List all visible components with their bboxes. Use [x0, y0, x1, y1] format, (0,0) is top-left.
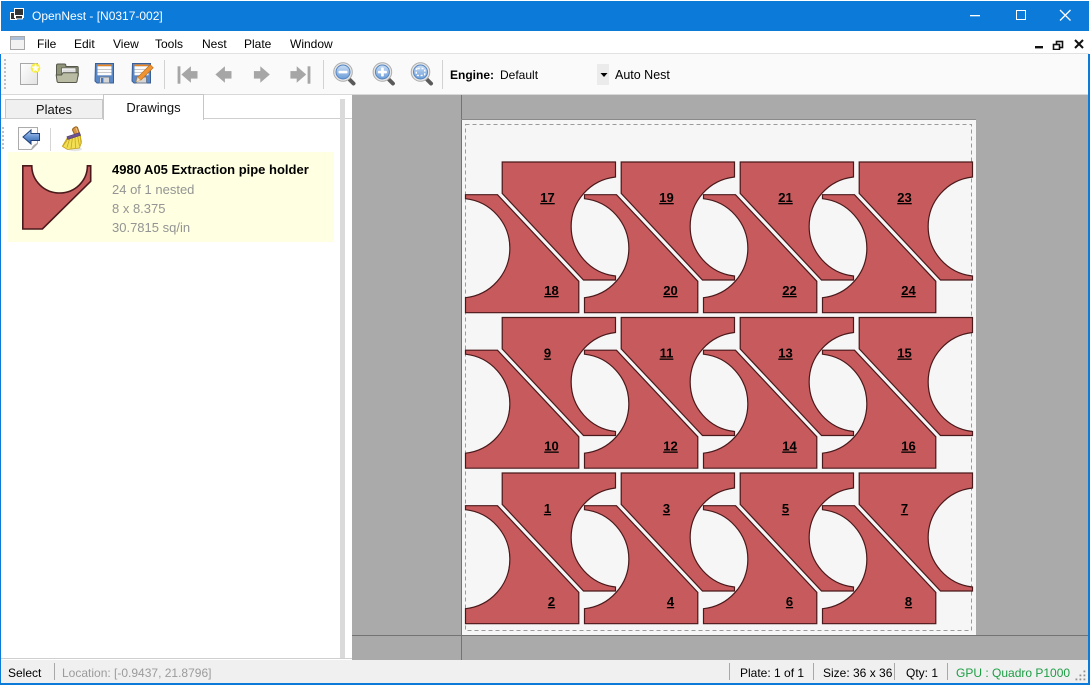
svg-text:19: 19 [659, 190, 673, 205]
svg-text:17: 17 [540, 190, 554, 205]
svg-text:12: 12 [663, 439, 677, 454]
svg-text:23: 23 [897, 190, 911, 205]
svg-text:3: 3 [663, 501, 670, 516]
svg-text:7: 7 [901, 501, 908, 516]
svg-text:11: 11 [660, 346, 674, 361]
svg-text:16: 16 [901, 439, 915, 454]
svg-text:5: 5 [782, 501, 789, 516]
svg-text:15: 15 [897, 346, 911, 361]
svg-text:9: 9 [544, 346, 551, 361]
svg-text:4: 4 [667, 594, 675, 609]
svg-text:6: 6 [786, 594, 793, 609]
svg-text:8: 8 [905, 594, 912, 609]
svg-text:18: 18 [544, 283, 558, 298]
svg-text:1: 1 [544, 501, 551, 516]
svg-text:24: 24 [901, 283, 916, 298]
svg-text:13: 13 [778, 346, 792, 361]
svg-text:20: 20 [663, 283, 677, 298]
svg-text:21: 21 [778, 190, 792, 205]
svg-text:2: 2 [548, 594, 555, 609]
svg-text:14: 14 [782, 439, 797, 454]
svg-text:22: 22 [782, 283, 796, 298]
svg-text:10: 10 [544, 439, 558, 454]
